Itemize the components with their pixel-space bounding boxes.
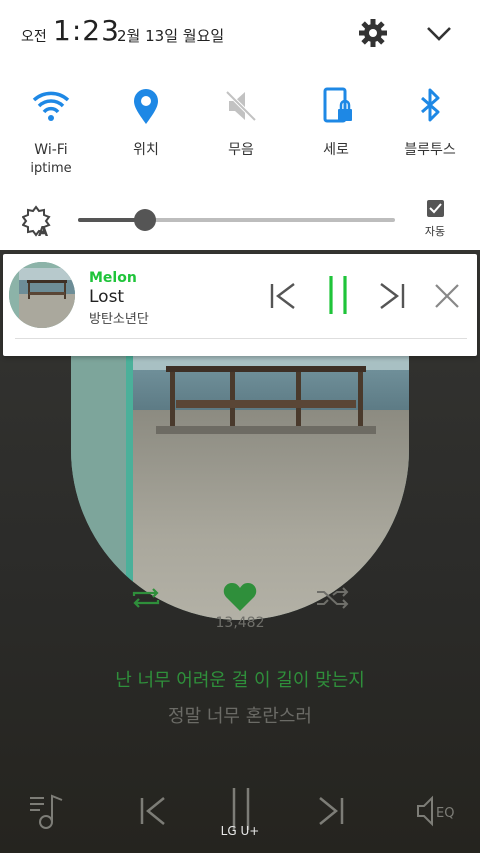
pause-icon <box>329 276 347 314</box>
clock: 1:23 <box>53 14 120 47</box>
qs-tile-label: Wi-Fi <box>34 142 68 158</box>
location-icon <box>126 86 166 126</box>
close-icon <box>435 284 459 308</box>
brightness-slider-thumb[interactable] <box>133 209 156 231</box>
close-notification-button[interactable] <box>430 276 464 316</box>
wifi-icon <box>31 86 71 126</box>
album-thumbnail <box>9 262 75 328</box>
chevron-down-icon[interactable] <box>424 20 454 46</box>
qs-tile-wifi[interactable]: Wi-Fi iptime <box>3 86 99 186</box>
skip-next-icon <box>380 283 405 309</box>
shuffle-icon[interactable] <box>315 586 353 614</box>
qs-tile-label: 무음 <box>228 142 254 158</box>
brightness-slider[interactable] <box>78 209 395 231</box>
divider <box>15 338 467 339</box>
qs-tile-label: 세로 <box>323 142 349 158</box>
qs-tile-mute[interactable]: 무음 <box>193 86 289 186</box>
checkbox-checked-icon <box>426 200 444 217</box>
qs-tile-bluetooth[interactable]: 블루투스 <box>382 86 478 186</box>
ampm-label: 오전 <box>21 29 47 45</box>
pause-button[interactable] <box>321 272 355 314</box>
skip-previous-icon <box>270 283 295 309</box>
settings-gear-icon[interactable] <box>358 18 388 48</box>
brightness-auto-icon: A <box>21 204 56 240</box>
lyric-current-line: 난 너무 어려운 걸 이 길이 맞는지 <box>115 670 365 691</box>
lyric-next-line: 정말 너무 혼란스러 <box>168 706 312 727</box>
media-notification[interactable]: Melon Lost 방탄소년단 <box>3 254 477 356</box>
album-art <box>71 350 409 620</box>
auto-brightness-checkbox[interactable]: 자동 <box>418 200 452 242</box>
like-count: 13,482 <box>215 615 265 631</box>
bluetooth-icon <box>410 86 450 126</box>
notification-shade: 오전 1:23 2월 13일 월요일 Wi-Fi iptime 위치 무음 세로… <box>0 0 480 250</box>
carrier-label: LG U+ <box>220 824 260 838</box>
heart-icon[interactable] <box>222 581 258 617</box>
next-track-button[interactable] <box>375 276 409 316</box>
svg-text:A: A <box>38 225 48 238</box>
previous-track-button[interactable] <box>266 276 300 316</box>
song-title: Lost <box>89 287 125 307</box>
auto-brightness-label: 자동 <box>424 225 446 238</box>
mute-icon <box>221 86 261 126</box>
qs-tile-label: 블루투스 <box>404 142 456 158</box>
shade-header: 오전 1:23 2월 13일 월요일 <box>0 0 480 68</box>
brightness-row: A 자동 <box>0 196 480 246</box>
date-label: 2월 13일 월요일 <box>117 27 225 45</box>
app-name: Melon <box>89 270 137 286</box>
svg-text:EQ: EQ <box>436 806 454 821</box>
artist-name: 방탄소년단 <box>89 312 149 327</box>
qs-tile-rotation[interactable]: 세로 <box>288 86 384 186</box>
qs-tile-label: 위치 <box>133 142 159 158</box>
repeat-icon[interactable] <box>128 586 164 614</box>
qs-tile-sublabel: iptime <box>30 161 72 176</box>
qs-tile-location[interactable]: 위치 <box>98 86 194 186</box>
portrait-lock-icon <box>316 86 356 126</box>
player-bottom-controls: EQ <box>0 780 480 853</box>
